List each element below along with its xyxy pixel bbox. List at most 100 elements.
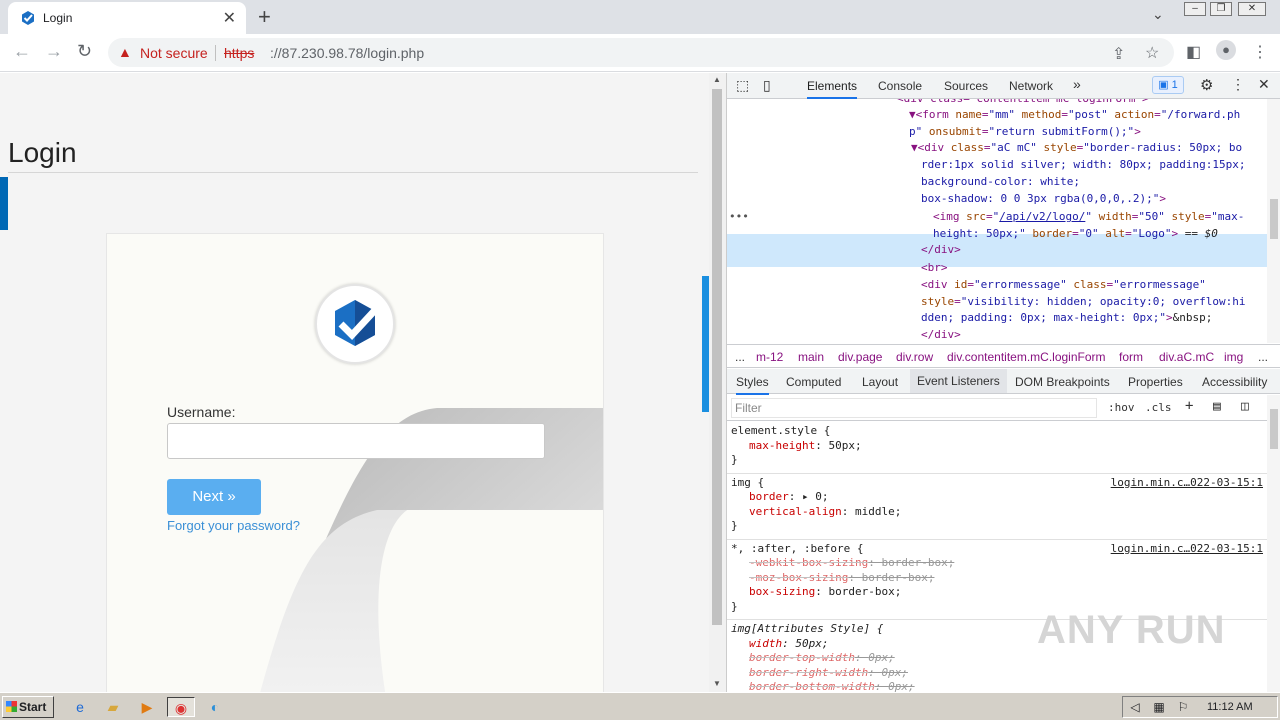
edge-icon[interactable]: ◐	[205, 697, 225, 717]
tab-console[interactable]: Console	[878, 79, 922, 93]
tab-search-icon[interactable]: ⌄	[1152, 6, 1164, 23]
paint-icon[interactable]: ▤	[1213, 399, 1221, 414]
css-property[interactable]: max-height: 50px;	[749, 439, 862, 454]
styles-tab-layout[interactable]: Layout	[862, 375, 898, 389]
styles-tab-styles[interactable]: Styles	[736, 375, 769, 395]
styles-scrollbar[interactable]	[1267, 395, 1280, 692]
css-property[interactable]: border-top-width: 0px;	[749, 651, 895, 666]
menu-kebab-icon[interactable]: ⋮	[1252, 42, 1268, 62]
new-rule-icon[interactable]: +	[1185, 398, 1193, 414]
styles-filter-input[interactable]: Filter	[731, 398, 1097, 418]
start-button[interactable]: Start	[2, 696, 54, 718]
breadcrumb-item[interactable]: ...	[1258, 350, 1268, 364]
breadcrumb-item[interactable]: img	[1224, 350, 1243, 364]
tab-sources[interactable]: Sources	[944, 79, 988, 93]
dom-node-line[interactable]: height: 50px;" border="0" alt="Logo"> ==…	[933, 226, 1218, 243]
dom-node-line[interactable]: <br>	[921, 260, 948, 277]
share-icon[interactable]: ⇪	[1112, 44, 1125, 64]
tab-network[interactable]: Network	[1009, 79, 1053, 93]
dom-node-line[interactable]: p" onsubmit="return submitForm();">	[909, 124, 1141, 141]
dom-node-line[interactable]: </div>	[921, 242, 961, 259]
chrome-taskbar-icon[interactable]: ◉	[167, 697, 195, 717]
breadcrumb-item[interactable]: div.page	[838, 350, 882, 364]
page-scrollbar[interactable]: ▲ ▼	[709, 73, 726, 692]
css-property[interactable]: border-bottom-width: 0px;	[749, 680, 915, 692]
dom-node-line[interactable]: </div>	[921, 327, 961, 343]
browser-tab[interactable]: Login ✕	[8, 2, 246, 34]
styles-tab-event-listeners[interactable]: Event Listeners	[910, 369, 1007, 393]
css-property[interactable]: vertical-align: middle;	[749, 505, 901, 520]
css-property[interactable]: -webkit-box-sizing: border-box;	[749, 556, 954, 571]
css-property[interactable]: border-right-width: 0px;	[749, 666, 908, 681]
breadcrumb-item[interactable]: div.aC.mC	[1159, 350, 1214, 364]
folder-icon[interactable]: ▰	[103, 697, 123, 717]
breadcrumb-item[interactable]: m-12	[756, 350, 783, 364]
next-button[interactable]: Next »	[167, 479, 261, 515]
styles-scroll-thumb[interactable]	[1270, 409, 1278, 449]
media-player-icon[interactable]: ▶	[137, 697, 157, 717]
new-tab-button[interactable]: +	[258, 4, 271, 30]
dom-node-line[interactable]: rder:1px solid silver; width: 80px; padd…	[921, 157, 1246, 174]
address-bar[interactable]: ▲ Not secure https ://87.230.98.78/login…	[108, 38, 1174, 67]
forgot-password-link[interactable]: Forgot your password?	[167, 518, 300, 533]
minimize-button[interactable]: –	[1184, 2, 1206, 16]
dom-node-line[interactable]: <img src="/api/v2/logo/" width="50" styl…	[933, 209, 1244, 226]
rule-source-link[interactable]: login.min.c…022-03-15:1	[1111, 542, 1263, 557]
styles-tab-accessibility[interactable]: Accessibility	[1202, 375, 1267, 389]
page-scroll-thumb[interactable]	[712, 89, 722, 625]
dom-node-line[interactable]: box-shadow: 0 0 3px rgba(0,0,0,.2);">	[921, 191, 1166, 208]
dom-node-line[interactable]: background-color: white;	[921, 174, 1080, 191]
breadcrumb-item[interactable]: div.contentitem.mC.loginForm	[947, 350, 1106, 364]
dom-node-line[interactable]: <div id="errormessage" class="errormessa…	[921, 277, 1206, 294]
close-window-button[interactable]: ✕	[1238, 2, 1266, 16]
dom-scrollbar[interactable]	[1267, 99, 1280, 343]
hover-state-toggle[interactable]: :hov	[1108, 401, 1135, 414]
dom-node-line[interactable]: ▼<form name="mm" method="post" action="/…	[909, 107, 1240, 124]
devtools-close-icon[interactable]: ✕	[1258, 76, 1270, 93]
breadcrumb-item[interactable]: ...	[735, 350, 745, 364]
tab-elements[interactable]: Elements	[807, 79, 858, 99]
device-toolbar-icon[interactable]: ▯	[763, 77, 771, 94]
forward-icon[interactable]: →	[45, 41, 63, 62]
class-toggle[interactable]: .cls	[1145, 401, 1172, 414]
css-property[interactable]: -moz-box-sizing: border-box;	[749, 571, 934, 586]
security-label[interactable]: Not secure	[140, 45, 208, 61]
more-tabs-icon[interactable]: »	[1073, 76, 1081, 92]
issues-badge[interactable]: ▣ 1	[1152, 76, 1184, 94]
dom-node-line[interactable]: <div class="contentitem mC loginForm">	[897, 99, 1149, 107]
profile-avatar-icon[interactable]: ●	[1216, 40, 1236, 60]
rule-source-link[interactable]: login.min.c…022-03-15:1	[1111, 476, 1263, 491]
styles-tab-dom-breakpoints[interactable]: DOM Breakpoints	[1015, 375, 1110, 389]
styles-tab-computed[interactable]: Computed	[786, 375, 841, 389]
username-input[interactable]	[167, 423, 545, 459]
breadcrumb-item[interactable]: div.row	[896, 350, 933, 364]
breadcrumb-item[interactable]: main	[798, 350, 824, 364]
breadcrumb-item[interactable]: form	[1119, 350, 1143, 364]
dom-node-line[interactable]: dden; padding: 0px; max-height: 0px;">&n…	[921, 310, 1212, 327]
css-property[interactable]: border: ▸ 0;	[749, 490, 829, 505]
back-icon[interactable]: ←	[13, 41, 31, 62]
css-property[interactable]: width: 50px;	[749, 637, 829, 652]
reload-icon[interactable]: ↻	[77, 41, 92, 62]
bookmark-star-icon[interactable]: ☆	[1145, 43, 1159, 63]
restore-button[interactable]: ❐	[1210, 2, 1232, 16]
sidebar-toggle-icon[interactable]: ◫	[1241, 399, 1249, 414]
css-rule[interactable]: element.style {max-height: 50px;}	[727, 424, 1267, 474]
scroll-down-icon[interactable]: ▼	[713, 679, 721, 688]
side-panel-icon[interactable]: ◧	[1186, 42, 1201, 62]
styles-tab-properties[interactable]: Properties	[1128, 375, 1183, 389]
node-actions-icon[interactable]: •••	[729, 209, 749, 226]
tab-close-icon[interactable]: ✕	[223, 8, 236, 28]
volume-icon[interactable]: ◁	[1125, 697, 1145, 717]
dom-tree[interactable]: ••• <div class="contentitem mC loginForm…	[727, 99, 1267, 343]
dom-node-line[interactable]: style="visibility: hidden; opacity:0; ov…	[921, 294, 1246, 311]
css-rule[interactable]: img {login.min.c…022-03-15:1 border: ▸ 0;…	[727, 476, 1267, 540]
scroll-up-icon[interactable]: ▲	[713, 75, 721, 84]
devtools-menu-icon[interactable]: ⋮	[1231, 76, 1245, 93]
css-property[interactable]: box-sizing: border-box;	[749, 585, 901, 600]
network-icon[interactable]: ▦	[1149, 697, 1169, 717]
action-center-flag-icon[interactable]: ⚐	[1173, 697, 1193, 717]
inspect-element-icon[interactable]: ⬚	[736, 77, 749, 94]
settings-gear-icon[interactable]: ⚙	[1200, 76, 1213, 94]
dom-node-line[interactable]: ▼<div class="aC mC" style="border-radius…	[911, 140, 1242, 157]
